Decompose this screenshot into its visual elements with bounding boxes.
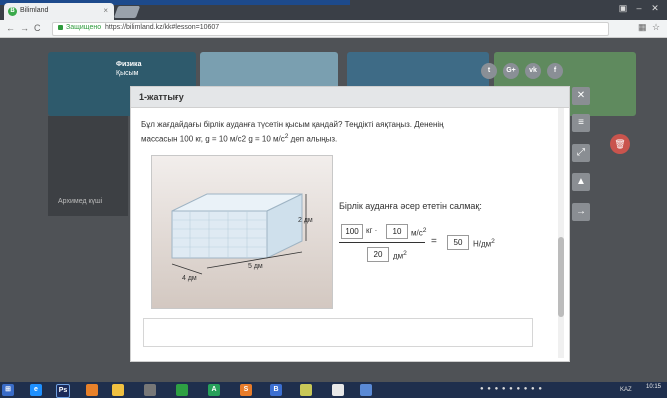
back-icon[interactable]: ← <box>6 23 15 33</box>
secure-label: Защищено <box>66 24 102 31</box>
modal-header: 1-жаттығу <box>131 87 569 108</box>
result-unit-base: Н/дм <box>473 239 492 249</box>
g-unit: м/с2 <box>411 224 426 240</box>
result-input[interactable]: 50 <box>447 235 469 250</box>
warning-icon[interactable]: ▲ <box>572 173 590 191</box>
app-icon[interactable] <box>360 384 372 396</box>
mass-unit: кг · <box>366 226 378 235</box>
area-unit: дм2 <box>393 247 407 263</box>
clock-time: 10:15 <box>646 384 662 390</box>
brick-drawing: 2 дм 5 дм 4 дм <box>171 193 313 282</box>
app-s-icon[interactable]: S <box>240 384 252 396</box>
clock[interactable]: 10:15 <box>646 384 661 390</box>
brick-front-face <box>171 210 268 259</box>
arrow-right-icon[interactable]: → <box>572 203 590 221</box>
url-input[interactable]: Защищено https://bilimland.kz/kk#lesson=… <box>52 22 609 36</box>
g-input[interactable]: 10 <box>386 224 408 239</box>
menu-icon[interactable]: ≡ <box>572 114 590 132</box>
tab-close-icon[interactable]: × <box>103 6 108 15</box>
url-text: https://bilimland.kz/kk#lesson=10607 <box>105 24 220 31</box>
firefox-icon[interactable] <box>332 384 344 396</box>
user-icon[interactable]: ▣ <box>617 3 629 14</box>
browser-titlebar: B Bilimland × ▣ – ✕ <box>0 0 667 20</box>
lesson-card-caption: Архимед күші <box>58 198 103 205</box>
area-unit-base: дм <box>393 251 404 261</box>
google-plus-icon[interactable]: G+ <box>503 63 519 79</box>
g-unit-base: м/с <box>411 228 423 238</box>
system-tray[interactable]: ● ● ● ● ● ● ● ● ● <box>480 386 543 392</box>
modal-scrollbar[interactable] <box>558 108 564 358</box>
brick-illustration: 2 дм 5 дм 4 дм <box>151 155 333 309</box>
breadcrumb: Физика Қысым <box>116 60 141 78</box>
mass-input[interactable]: 100 <box>341 224 363 239</box>
question-text: Бұл жағдайдағы бірлік ауданға түсетін қы… <box>141 119 541 146</box>
facebook-icon[interactable]: f <box>547 63 563 79</box>
photoshop-icon[interactable]: Ps <box>56 384 70 398</box>
app-icon[interactable] <box>300 384 312 396</box>
question-line-1: Бұл жағдайдағы бірлік ауданға түсетін қы… <box>141 120 444 129</box>
width-dim-line <box>171 263 203 275</box>
dim-width-label: 4 дм <box>182 275 197 282</box>
app-b-icon[interactable]: B <box>270 384 282 396</box>
bookmark-star-icon[interactable]: ☆ <box>652 22 660 33</box>
reload-icon[interactable]: C <box>34 23 41 33</box>
question-tail: деп алыңыз. <box>288 134 338 144</box>
new-tab-button[interactable] <box>113 6 141 18</box>
minimize-icon[interactable]: – <box>633 3 645 13</box>
extension-icon[interactable]: ▦ <box>638 22 647 33</box>
area-unit-sup: 2 <box>403 250 407 257</box>
modal-title: 1-жаттығу <box>139 92 184 102</box>
trash-icon[interactable]: 🗑 <box>610 134 630 154</box>
breadcrumb-topic[interactable]: Қысым <box>116 69 141 78</box>
area-input[interactable]: 20 <box>367 247 389 262</box>
app-a-icon[interactable]: A <box>208 384 220 396</box>
ie-icon[interactable]: e <box>30 384 42 396</box>
answer-panel[interactable] <box>143 318 533 347</box>
forward-icon[interactable]: → <box>20 23 29 33</box>
dim-length-label: 5 дм <box>248 263 263 270</box>
os-taskbar: ⊞ e Ps A S B ● ● ● ● ● ● ● ● ● 10:15 KAZ <box>0 382 667 398</box>
app-icon[interactable] <box>86 384 98 396</box>
lock-icon <box>58 25 63 30</box>
modal-scrollbar-thumb[interactable] <box>558 237 564 317</box>
question-line-2: массасын 100 кг, g = 10 м/с2 g = 10 м/с <box>141 134 285 144</box>
chrome-icon[interactable] <box>176 384 188 396</box>
folder-icon[interactable] <box>112 384 124 396</box>
result-unit-sup: 2 <box>491 238 495 245</box>
result-unit: Н/дм2 <box>473 235 495 251</box>
start-icon[interactable]: ⊞ <box>2 384 14 396</box>
twitter-icon[interactable]: t <box>481 63 497 79</box>
tab-title: Bilimland <box>20 7 49 14</box>
app-icon[interactable] <box>144 384 156 396</box>
address-bar-row: ← → C Защищено https://bilimland.kz/kk#l… <box>0 20 667 38</box>
exercise-modal: 1-жаттығу Бұл жағдайдағы бірлік ауданға … <box>130 86 570 362</box>
breadcrumb-subject[interactable]: Физика <box>116 60 141 69</box>
bilimland-favicon-icon: B <box>8 7 17 16</box>
lang-indicator[interactable]: KAZ <box>620 384 632 397</box>
fraction-line <box>339 242 425 243</box>
vk-icon[interactable]: vk <box>525 63 541 79</box>
close-icon[interactable]: ✕ <box>572 87 590 105</box>
close-window-icon[interactable]: ✕ <box>649 3 661 14</box>
expand-icon[interactable]: ⤢ <box>572 144 590 162</box>
browser-tab[interactable]: B Bilimland × <box>4 3 114 20</box>
g-unit-sup: 2 <box>422 227 427 234</box>
calc-label: Бірлік ауданға әсер ететін салмақ: <box>339 201 482 211</box>
dim-height-label: 2 дм <box>298 217 313 224</box>
equals-sign: = <box>431 236 437 247</box>
